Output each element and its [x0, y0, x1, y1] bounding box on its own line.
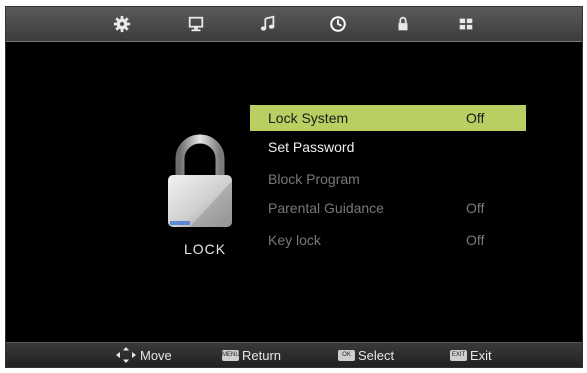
- hint-exit-label: Exit: [470, 347, 492, 363]
- monitor-icon: [188, 16, 204, 32]
- hint-return: MENU Return: [222, 347, 281, 363]
- menu-item-block-program[interactable]: Block Program: [250, 166, 526, 192]
- hint-exit: EXIT Exit: [450, 347, 492, 363]
- enter-key-icon: OK: [338, 349, 355, 361]
- tab-picture[interactable]: [184, 13, 208, 35]
- hint-select: OK Select: [338, 347, 394, 363]
- tab-sound[interactable]: [256, 13, 280, 35]
- hint-move-label: Move: [140, 347, 172, 363]
- menu-item-label: Lock System: [268, 110, 349, 126]
- menu-item-label: Block Program: [268, 171, 360, 187]
- move-arrows-icon: [116, 347, 136, 363]
- tab-settings[interactable]: [110, 13, 134, 35]
- exit-key-icon: EXIT: [450, 349, 467, 361]
- gear-icon: [113, 15, 131, 33]
- lock-page-title: LOCK: [183, 241, 227, 257]
- tab-setup[interactable]: [454, 13, 478, 35]
- menu-item-set-password[interactable]: Set Password: [250, 134, 526, 160]
- hint-bar: Move MENU Return OK Select EXIT Exit: [6, 342, 582, 367]
- menu-item-label: Parental Guidance: [268, 200, 384, 216]
- menu-item-parental-guidance[interactable]: Parental Guidance Off: [250, 195, 526, 221]
- menu-item-value: Off: [466, 200, 485, 216]
- tab-time[interactable]: [326, 13, 350, 35]
- menu-tab-bar: [6, 7, 582, 42]
- menu-item-value: Off: [466, 232, 485, 248]
- menu-item-key-lock[interactable]: Key lock Off: [250, 227, 526, 253]
- grid-icon: [459, 18, 473, 30]
- padlock-icon: [398, 16, 408, 31]
- tab-lock[interactable]: [391, 13, 415, 35]
- hint-move: Move: [116, 347, 172, 363]
- menu-key-icon: MENU: [222, 349, 240, 361]
- menu-item-lock-system[interactable]: Lock System Off: [250, 105, 526, 131]
- hint-return-label: Return: [242, 347, 282, 363]
- lock-graphic: [168, 134, 232, 227]
- music-note-icon: [260, 15, 275, 31]
- menu-item-value: Off: [466, 110, 485, 126]
- clock-icon: [330, 16, 346, 32]
- tv-osd-screen: LOCK Lock System Off Set Password Block …: [5, 6, 583, 368]
- menu-item-label: Set Password: [268, 139, 355, 155]
- hint-select-label: Select: [358, 347, 395, 363]
- menu-item-label: Key lock: [268, 232, 321, 248]
